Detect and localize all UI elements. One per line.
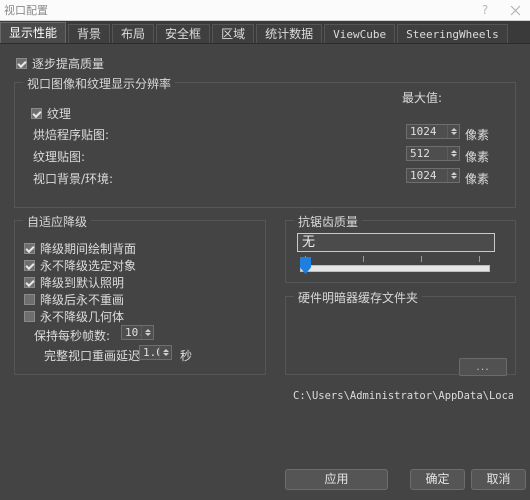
checkbox-degrade-default-lighting-box[interactable] [24, 277, 35, 288]
apply-button[interactable]: 应用 [285, 469, 388, 490]
unit-redraw-delay: 秒 [180, 349, 193, 363]
checkbox-never-redraw-after-degrade-label: 降级后永不重画 [40, 293, 125, 307]
tab-background[interactable]: 背景 [68, 24, 111, 43]
checkbox-draw-backfaces[interactable]: 降级期间绘制背面 [24, 240, 136, 257]
tab-steeringwheels[interactable]: SteeringWheels [397, 24, 508, 43]
antialias-value-field[interactable]: 无 [297, 233, 495, 252]
checkbox-never-degrade-selected-label: 永不降级选定对象 [40, 259, 137, 273]
spinner-viewport-background-value: 1024 [410, 169, 437, 182]
group-shader-cache-folder-title: 硬件明暗器缓存文件夹 [294, 289, 423, 306]
checkbox-texture-label: 纹理 [47, 107, 72, 121]
tab-safe-frame[interactable]: 安全框 [156, 24, 211, 43]
checkbox-degrade-default-lighting-label: 降级到默认照明 [40, 276, 125, 290]
unit-viewport-background: 像素 [465, 172, 490, 186]
spinner-maintain-fps-arrows[interactable] [141, 326, 153, 339]
checkbox-degrade-default-lighting[interactable]: 降级到默认照明 [24, 274, 124, 291]
spinner-redraw-delay[interactable]: 1.0 [139, 345, 172, 360]
label-baked-procedural-map: 烘焙程序贴图: [33, 128, 110, 142]
tab-display-performance[interactable]: 显示性能 [0, 22, 67, 43]
antialias-slider-track[interactable] [300, 265, 490, 272]
dialog-content: 逐步提高质量 视口图像和纹理显示分辨率 最大值: 纹理 烘焙程序贴图: 1024… [0, 44, 530, 498]
spinner-baked-procedural-map[interactable]: 1024 [406, 124, 460, 139]
tab-region[interactable]: 区域 [212, 24, 255, 43]
label-redraw-delay: 完整视口重画延迟 [44, 349, 141, 363]
checkbox-never-degrade-geometry[interactable]: 永不降级几何体 [24, 308, 124, 325]
spinner-redraw-delay-arrows[interactable] [159, 346, 171, 359]
cache-folder-path: C:\Users\Administrator\AppData\Local\A [293, 390, 513, 402]
spinner-texture-map-value: 512 [410, 147, 430, 160]
cancel-button[interactable]: 取消 [471, 469, 526, 490]
antialias-slider[interactable] [300, 256, 490, 278]
spinner-viewport-background-arrows[interactable] [447, 169, 459, 182]
tab-strip: 显示性能 背景 布局 安全框 区域 统计数据 ViewCube Steering… [0, 21, 530, 44]
spinner-maintain-fps[interactable]: 10.0 [121, 325, 154, 340]
checkbox-progressive-quality-label: 逐步提高质量 [32, 57, 105, 71]
checkbox-draw-backfaces-box[interactable] [24, 243, 35, 254]
ok-button[interactable]: 确定 [410, 469, 465, 490]
checkbox-never-redraw-after-degrade[interactable]: 降级后永不重画 [24, 291, 124, 308]
spinner-baked-procedural-map-arrows[interactable] [447, 125, 459, 138]
tab-viewcube[interactable]: ViewCube [324, 24, 396, 43]
checkbox-never-degrade-selected[interactable]: 永不降级选定对象 [24, 257, 136, 274]
label-maintain-fps: 保持每秒帧数: [34, 329, 111, 343]
close-icon[interactable] [500, 0, 530, 20]
label-viewport-background: 视口背景/环境: [33, 172, 114, 186]
unit-texture-map: 像素 [465, 150, 490, 164]
window-title: 视口配置 [4, 4, 48, 17]
checkbox-draw-backfaces-label: 降级期间绘制背面 [40, 242, 137, 256]
spinner-texture-map-arrows[interactable] [447, 147, 459, 160]
label-texture-map: 纹理贴图: [33, 150, 86, 164]
help-icon[interactable]: ? [470, 0, 500, 20]
checkbox-texture[interactable]: 纹理 [31, 105, 71, 122]
checkbox-never-degrade-selected-box[interactable] [24, 260, 35, 271]
antialias-slider-ticks [300, 256, 490, 263]
title-bar: 视口配置 ? [0, 0, 530, 21]
browse-cache-folder-button[interactable]: ... [459, 358, 507, 376]
group-viewport-resolution-title: 视口图像和纹理显示分辨率 [23, 75, 176, 92]
title-bar-buttons: ? [470, 0, 530, 20]
spinner-redraw-delay-value: 1.0 [143, 346, 159, 359]
unit-baked-procedural-map: 像素 [465, 128, 490, 142]
spinner-texture-map[interactable]: 512 [406, 146, 460, 161]
checkbox-progressive-quality[interactable]: 逐步提高质量 [16, 55, 104, 72]
spinner-maintain-fps-value: 10.0 [125, 326, 141, 339]
checkbox-never-degrade-geometry-label: 永不降级几何体 [40, 310, 125, 324]
tab-layout[interactable]: 布局 [112, 24, 155, 43]
max-value-label: 最大值: [402, 91, 443, 105]
group-adaptive-degradation-title: 自适应降级 [23, 213, 92, 230]
tab-statistics[interactable]: 统计数据 [256, 24, 323, 43]
checkbox-progressive-quality-box[interactable] [16, 58, 27, 69]
checkbox-never-degrade-geometry-box[interactable] [24, 311, 35, 322]
group-antialias-quality-title: 抗锯齿质量 [294, 213, 363, 230]
dialog-footer: 应用 确定 取消 [0, 452, 530, 498]
spinner-viewport-background[interactable]: 1024 [406, 168, 460, 183]
spinner-baked-procedural-map-value: 1024 [410, 125, 437, 138]
checkbox-texture-box[interactable] [31, 108, 42, 119]
checkbox-never-redraw-after-degrade-box[interactable] [24, 294, 35, 305]
